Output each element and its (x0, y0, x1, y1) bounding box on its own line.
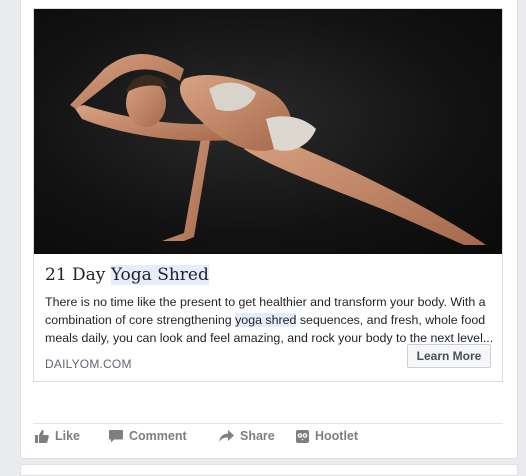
like-label: Like (55, 429, 81, 443)
comment-label: Comment (129, 429, 187, 443)
like-button[interactable]: Like (35, 429, 80, 443)
description-highlight: yoga shred (235, 313, 297, 327)
hootlet-button[interactable]: Hootlet (296, 429, 358, 443)
description-text: sequences, and fresh, whole food (296, 313, 486, 327)
share-label: Share (240, 429, 275, 443)
action-divider (33, 423, 503, 424)
thumbs-up-icon (35, 429, 49, 443)
description-text: meals daily, you can look and feel amazi… (45, 331, 493, 345)
comment-button[interactable]: Comment (109, 429, 187, 443)
card-image[interactable] (34, 9, 502, 254)
yoga-photo-illustration (70, 54, 486, 245)
card-description: There is no time like the present to get… (45, 293, 493, 347)
feed-post: 21 Day Yoga Shred There is no time like … (20, 0, 518, 459)
next-feed-post (20, 464, 518, 476)
link-preview-card[interactable]: 21 Day Yoga Shred There is no time like … (33, 8, 503, 382)
speech-bubble-icon (109, 429, 123, 443)
card-title-highlight: Yoga Shred (110, 265, 209, 285)
post-actions-bar: Like Comment Share Hootlet (33, 429, 503, 449)
description-text: combination of core strengthening (45, 313, 236, 327)
hootlet-label: Hootlet (315, 429, 359, 443)
description-text: There is no time like the present to get… (45, 295, 486, 309)
share-arrow-icon (219, 429, 234, 443)
share-button[interactable]: Share (219, 429, 275, 443)
description-line: There is no time like the present to get… (45, 293, 493, 311)
card-title-prefix: 21 Day (45, 265, 111, 285)
description-line: combination of core strengthening yoga s… (45, 311, 493, 329)
learn-more-button[interactable]: Learn More (407, 344, 491, 368)
card-domain: DAILYOM.COM (45, 357, 132, 371)
card-title[interactable]: 21 Day Yoga Shred (45, 265, 209, 285)
hootlet-owl-icon (296, 429, 309, 443)
